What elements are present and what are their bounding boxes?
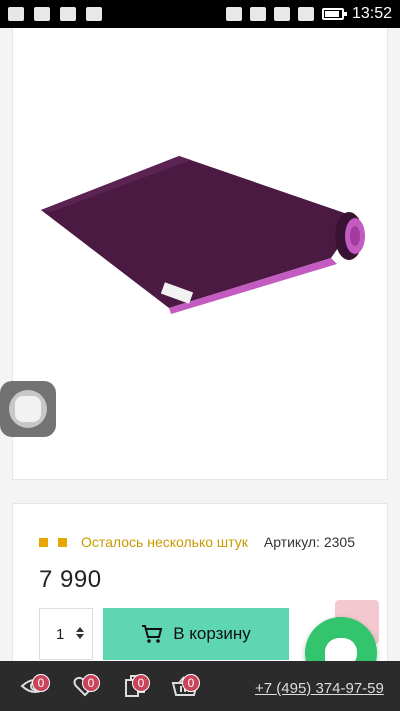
quantity-value: 1 <box>56 625 65 643</box>
product-image[interactable] <box>41 148 371 338</box>
quantity-stepper[interactable]: 1 <box>39 608 93 660</box>
decrement-icon[interactable] <box>76 634 84 639</box>
signal-2-icon <box>297 7 314 21</box>
notification-icon <box>8 7 24 21</box>
stock-indicator-icon <box>39 537 48 547</box>
notification-icons <box>8 7 102 21</box>
favorites-button[interactable]: 0 <box>60 666 110 706</box>
quantity-arrows[interactable] <box>76 627 84 639</box>
status-bar: 13:52 <box>0 0 400 28</box>
add-to-cart-button[interactable]: В корзину <box>103 608 289 660</box>
phone-link[interactable]: +7 (495) 374-97-59 <box>255 680 384 697</box>
battery-icon <box>321 8 347 20</box>
compare-badge: 0 <box>132 674 150 692</box>
viewed-products-button[interactable]: 0 <box>10 666 60 706</box>
assistive-touch-icon <box>9 390 47 428</box>
mute-icon <box>225 7 242 21</box>
compare-button[interactable]: 0 <box>110 666 160 706</box>
stock-status: Осталось несколько штук Артикул: 2305 <box>39 534 355 550</box>
cart-badge: 0 <box>182 674 200 692</box>
favorites-badge: 0 <box>82 674 100 692</box>
assistive-touch-button[interactable] <box>0 381 56 437</box>
clock: 13:52 <box>351 5 392 22</box>
article-number: Артикул: 2305 <box>263 534 355 550</box>
shield-icon <box>86 7 102 21</box>
product-price: 7 990 <box>39 566 102 593</box>
wifi-icon <box>249 7 266 21</box>
stock-indicator-icon <box>58 537 67 547</box>
views-badge: 0 <box>32 674 50 692</box>
cart-icon <box>142 625 163 643</box>
cart-button[interactable]: 0 <box>160 666 210 706</box>
signal-icon <box>273 7 290 21</box>
stock-text: Осталось несколько штук <box>81 534 248 550</box>
product-image-card <box>12 28 388 480</box>
message-icon <box>34 7 50 21</box>
bottom-bar: 0 0 0 0 +7 (495) 374-97-59 <box>0 661 400 711</box>
increment-icon[interactable] <box>76 627 84 632</box>
gallery-icon <box>60 7 76 21</box>
add-to-cart-label: В корзину <box>173 624 251 643</box>
